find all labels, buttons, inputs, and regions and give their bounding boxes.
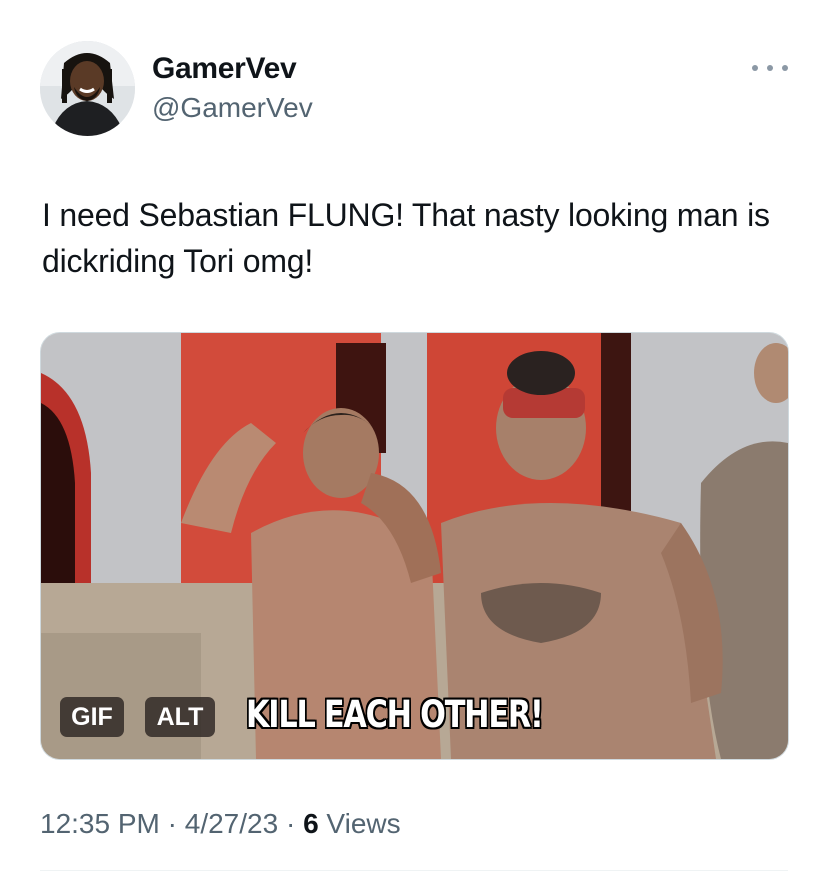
divider [40, 870, 788, 871]
views-label: Views [326, 808, 401, 839]
tweet-meta: 12:35 PM · 4/27/23 · 6 Views [40, 808, 401, 840]
author-avatar[interactable] [40, 41, 135, 136]
dot [752, 65, 758, 71]
gif-caption: KILL EACH OTHER! [246, 693, 544, 736]
separator: · [167, 808, 177, 839]
alt-text-badge[interactable]: ALT [145, 697, 215, 737]
author-display-name[interactable]: GamerVev [152, 52, 297, 86]
tweet-time[interactable]: 12:35 PM [40, 808, 160, 839]
dot [767, 65, 773, 71]
tweet-text: I need Sebastian FLUNG! That nasty looki… [42, 197, 770, 279]
dot [782, 65, 788, 71]
tweet-date[interactable]: 4/27/23 [185, 808, 278, 839]
separator: · [285, 808, 296, 839]
gif-badge[interactable]: GIF [60, 697, 124, 737]
author-handle[interactable]: @GamerVev [152, 92, 313, 124]
more-options-icon[interactable] [752, 58, 788, 78]
views-count[interactable]: 6 [303, 808, 319, 839]
